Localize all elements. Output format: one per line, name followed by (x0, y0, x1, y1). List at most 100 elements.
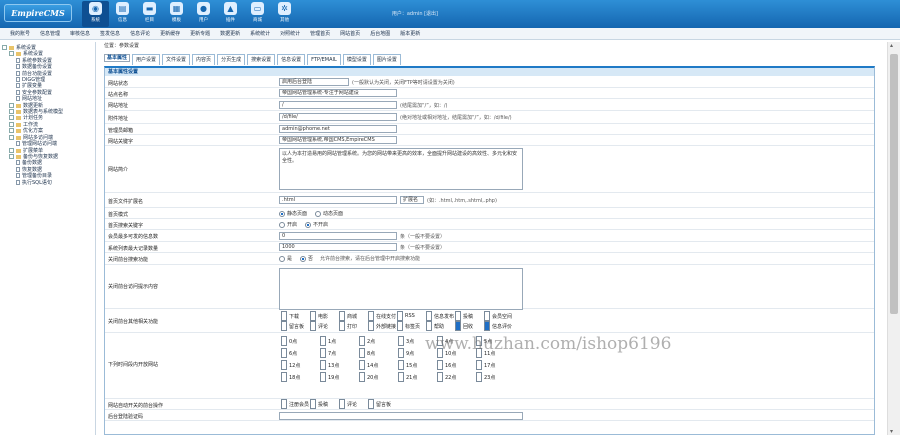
checkbox-option[interactable]: 投稿 (455, 311, 484, 321)
checkbox[interactable] (281, 348, 287, 358)
expand-toggle-icon[interactable] (2, 45, 7, 50)
checkbox[interactable] (484, 321, 490, 331)
topnav-item-3[interactable]: ▦ 模板 (163, 1, 190, 27)
checkbox-option[interactable]: 评论 (339, 399, 368, 409)
topnav-item-1[interactable]: ▤ 信息 (109, 1, 136, 27)
shortcut-link[interactable]: 系统统计 (250, 28, 270, 39)
checkbox[interactable] (359, 336, 365, 346)
list-max-input[interactable]: 1000 (279, 243, 397, 251)
checkbox[interactable] (281, 399, 287, 409)
checkbox[interactable] (310, 311, 316, 321)
shortcut-link[interactable]: 网站首页 (340, 28, 360, 39)
checkbox[interactable] (426, 321, 432, 331)
admin-email-input[interactable]: admin@phome.net (279, 125, 397, 133)
tab-4[interactable]: 分页生成 (217, 54, 246, 65)
tab-1[interactable]: 用户设置 (132, 54, 161, 65)
checkbox-option[interactable]: 20点 (359, 372, 398, 382)
checkbox-option[interactable]: 标签页 (397, 321, 426, 331)
checkbox[interactable] (339, 399, 345, 409)
expand-toggle-icon[interactable] (9, 134, 14, 140)
checkbox[interactable] (281, 372, 287, 382)
checkbox[interactable] (397, 311, 403, 321)
checkbox-option[interactable]: 帮助 (426, 321, 455, 331)
checkbox-option[interactable]: 下载 (281, 311, 310, 321)
expand-toggle-icon[interactable] (9, 121, 14, 127)
tab-5[interactable]: 搜索设置 (247, 54, 276, 65)
tab-8[interactable]: 模型设置 (342, 54, 371, 65)
tab-7[interactable]: FTP/EMAIL (307, 54, 341, 65)
expand-toggle-icon[interactable] (9, 51, 14, 57)
expand-toggle-icon[interactable] (9, 147, 14, 153)
checkbox[interactable] (455, 311, 461, 321)
checkbox[interactable] (320, 360, 326, 370)
checkbox-option[interactable]: 会员空间 (484, 311, 513, 321)
checkbox[interactable] (476, 360, 482, 370)
checkbox[interactable] (437, 372, 443, 382)
site-url-input[interactable]: / (279, 101, 397, 109)
checkbox[interactable] (397, 321, 403, 331)
radio-button[interactable] (300, 255, 307, 262)
description-textarea[interactable]: 以人为本打造易用的网站管理系统。为您的网站带来更高的效率，全面提升网站建设的高效… (279, 148, 523, 190)
checkbox[interactable] (476, 372, 482, 382)
scrollbar[interactable]: ▴ ▾ (887, 42, 900, 435)
checkbox-option[interactable]: 19点 (320, 372, 359, 382)
checkbox-option[interactable]: 16点 (437, 360, 476, 370)
checkbox[interactable] (339, 321, 345, 331)
checkbox[interactable] (281, 360, 287, 370)
checkbox[interactable] (320, 372, 326, 382)
index-ext-input[interactable]: .html (279, 196, 397, 204)
checkbox[interactable] (320, 336, 326, 346)
checkbox[interactable] (484, 311, 490, 321)
checkbox-option[interactable]: 信息评价 (484, 321, 513, 331)
checkbox[interactable] (437, 360, 443, 370)
checkbox-option[interactable]: 在线支付 (368, 311, 397, 321)
checkbox-option[interactable]: 2点 (359, 336, 398, 346)
checkbox-option[interactable]: 外部链接 (368, 321, 397, 331)
checkbox-option[interactable]: 打印 (339, 321, 368, 331)
checkbox[interactable] (426, 311, 432, 321)
index-ext-select[interactable]: 扩展名 (400, 196, 424, 204)
topnav-item-7[interactable]: ✲ 其他 (271, 1, 298, 27)
shortcut-link[interactable]: 版本更新 (400, 28, 420, 39)
shortcut-link[interactable]: 更新缓存 (160, 28, 180, 39)
shortcut-link[interactable]: 后台地图 (370, 28, 390, 39)
shortcut-link[interactable]: 审核信息 (70, 28, 90, 39)
shortcut-link[interactable]: 管理首页 (310, 28, 330, 39)
checkbox[interactable] (339, 311, 345, 321)
checkbox-option[interactable]: 17点 (476, 360, 515, 370)
checkbox-option[interactable]: RSS (397, 311, 426, 321)
checkbox[interactable] (359, 372, 365, 382)
site-name-input[interactable]: 帝国网站管理系统-专注于网站建设 (279, 89, 397, 97)
scroll-thumb[interactable] (890, 54, 898, 314)
checkbox-option[interactable]: 7点 (320, 348, 359, 358)
checkbox[interactable] (398, 348, 404, 358)
checkbox[interactable] (281, 321, 287, 331)
checkbox-option[interactable]: 0点 (281, 336, 320, 346)
shortcut-link[interactable]: 签发信息 (100, 28, 120, 39)
checkbox[interactable] (368, 399, 374, 409)
shortcut-link[interactable]: 我的账号 (10, 28, 30, 39)
checkbox-option[interactable]: 8点 (359, 348, 398, 358)
checkbox[interactable] (398, 360, 404, 370)
checkbox-option[interactable]: 投稿 (310, 399, 339, 409)
topnav-item-4[interactable]: ● 用户 (190, 1, 217, 27)
checkbox-option[interactable]: 1点 (320, 336, 359, 346)
checkbox-option[interactable]: 电影 (310, 311, 339, 321)
checkbox[interactable] (281, 336, 287, 346)
expand-toggle-icon[interactable] (9, 109, 14, 115)
checkbox[interactable] (310, 321, 316, 331)
keywords-input[interactable]: 帝国网站管理系统,帝国CMS,EmpireCMS (279, 136, 397, 144)
scroll-up-icon[interactable]: ▴ (890, 42, 893, 49)
shortcut-link[interactable]: 信息管理 (40, 28, 60, 39)
close-tip-textarea[interactable] (279, 268, 523, 310)
topnav-item-2[interactable]: ▬ 栏目 (136, 1, 163, 27)
radio-button[interactable] (315, 210, 322, 217)
checkbox[interactable] (320, 348, 326, 358)
topnav-item-5[interactable]: ▲ 插件 (217, 1, 244, 27)
checkbox-option[interactable]: 21点 (398, 372, 437, 382)
radio-button[interactable] (279, 221, 285, 228)
checkbox-option[interactable]: 12点 (281, 360, 320, 370)
topnav-item-6[interactable]: ▭ 商城 (244, 1, 271, 27)
expand-toggle-icon[interactable] (9, 102, 14, 108)
expand-toggle-icon[interactable] (9, 128, 14, 134)
